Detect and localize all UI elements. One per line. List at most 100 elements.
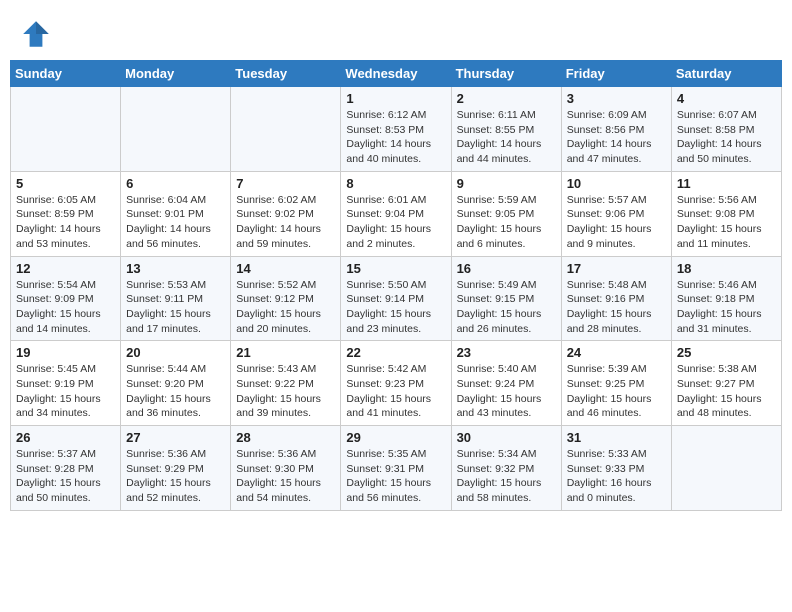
day-info: Sunrise: 5:48 AM Sunset: 9:16 PM Dayligh… bbox=[567, 278, 666, 337]
calendar-day-cell: 17 Sunrise: 5:48 AM Sunset: 9:16 PM Dayli… bbox=[561, 256, 671, 341]
weekday-header-cell: Thursday bbox=[451, 61, 561, 87]
day-info: Sunrise: 5:33 AM Sunset: 9:33 PM Dayligh… bbox=[567, 447, 666, 506]
day-info: Sunrise: 5:49 AM Sunset: 9:15 PM Dayligh… bbox=[457, 278, 556, 337]
calendar-day-cell: 27Sunrise: 5:36 AM Sunset: 9:29 PM Dayli… bbox=[121, 426, 231, 511]
day-info: Sunrise: 5:34 AM Sunset: 9:32 PM Dayligh… bbox=[457, 447, 556, 506]
day-info: Sunrise: 5:45 AM Sunset: 9:19 PM Dayligh… bbox=[16, 362, 115, 421]
day-number: 30 bbox=[457, 430, 556, 445]
calendar-day-cell: 1Sunrise: 6:12 AM Sunset: 8:53 PM Daylig… bbox=[341, 87, 451, 172]
day-number: 5 bbox=[16, 176, 115, 191]
day-number: 7 bbox=[236, 176, 335, 191]
calendar-day-cell: 7 Sunrise: 6:02 AM Sunset: 9:02 PM Daylig… bbox=[231, 171, 341, 256]
calendar-day-cell: 5 Sunrise: 6:05 AM Sunset: 8:59 PM Daylig… bbox=[11, 171, 121, 256]
day-number: 24 bbox=[567, 345, 666, 360]
day-number: 17 bbox=[567, 261, 666, 276]
calendar-day-cell: 11 Sunrise: 5:56 AM Sunset: 9:08 PM Dayli… bbox=[671, 171, 781, 256]
day-info: Sunrise: 6:05 AM Sunset: 8:59 PM Dayligh… bbox=[16, 193, 115, 252]
day-info: Sunrise: 5:43 AM Sunset: 9:22 PM Dayligh… bbox=[236, 362, 335, 421]
calendar-day-cell: 23 Sunrise: 5:40 AM Sunset: 9:24 PM Dayli… bbox=[451, 341, 561, 426]
calendar-day-cell: 2Sunrise: 6:11 AM Sunset: 8:55 PM Daylig… bbox=[451, 87, 561, 172]
day-info: Sunrise: 5:56 AM Sunset: 9:08 PM Dayligh… bbox=[677, 193, 776, 252]
day-number: 21 bbox=[236, 345, 335, 360]
day-info: Sunrise: 5:44 AM Sunset: 9:20 PM Dayligh… bbox=[126, 362, 225, 421]
day-info: Sunrise: 6:01 AM Sunset: 9:04 PM Dayligh… bbox=[346, 193, 445, 252]
page-header bbox=[10, 10, 782, 56]
day-info: Sunrise: 5:46 AM Sunset: 9:18 PM Dayligh… bbox=[677, 278, 776, 337]
day-info: Sunrise: 5:36 AM Sunset: 9:29 PM Dayligh… bbox=[126, 447, 225, 506]
day-info: Sunrise: 5:57 AM Sunset: 9:06 PM Dayligh… bbox=[567, 193, 666, 252]
day-number: 3 bbox=[567, 91, 666, 106]
day-number: 11 bbox=[677, 176, 776, 191]
day-number: 14 bbox=[236, 261, 335, 276]
weekday-header-cell: Sunday bbox=[11, 61, 121, 87]
calendar-week-row: 19 Sunrise: 5:45 AM Sunset: 9:19 PM Dayli… bbox=[11, 341, 782, 426]
weekday-header-cell: Wednesday bbox=[341, 61, 451, 87]
calendar-day-cell: 25Sunrise: 5:38 AM Sunset: 9:27 PM Dayli… bbox=[671, 341, 781, 426]
calendar-day-cell: 4 Sunrise: 6:07 AM Sunset: 8:58 PM Daylig… bbox=[671, 87, 781, 172]
calendar-week-row: 26 Sunrise: 5:37 AM Sunset: 9:28 PM Dayli… bbox=[11, 426, 782, 511]
day-info: Sunrise: 5:35 AM Sunset: 9:31 PM Dayligh… bbox=[346, 447, 445, 506]
day-info: Sunrise: 6:04 AM Sunset: 9:01 PM Dayligh… bbox=[126, 193, 225, 252]
day-number: 1 bbox=[346, 91, 445, 106]
day-number: 19 bbox=[16, 345, 115, 360]
day-number: 29 bbox=[346, 430, 445, 445]
calendar-table: SundayMondayTuesdayWednesdayThursdayFrid… bbox=[10, 60, 782, 511]
day-number: 16 bbox=[457, 261, 556, 276]
calendar-day-cell: 28Sunrise: 5:36 AM Sunset: 9:30 PM Dayli… bbox=[231, 426, 341, 511]
day-number: 15 bbox=[346, 261, 445, 276]
day-number: 9 bbox=[457, 176, 556, 191]
logo bbox=[20, 18, 54, 50]
calendar-day-cell: 10 Sunrise: 5:57 AM Sunset: 9:06 PM Dayli… bbox=[561, 171, 671, 256]
calendar-day-cell: 26 Sunrise: 5:37 AM Sunset: 9:28 PM Dayli… bbox=[11, 426, 121, 511]
day-number: 20 bbox=[126, 345, 225, 360]
day-info: Sunrise: 5:37 AM Sunset: 9:28 PM Dayligh… bbox=[16, 447, 115, 506]
calendar-day-cell: 18 Sunrise: 5:46 AM Sunset: 9:18 PM Dayli… bbox=[671, 256, 781, 341]
day-number: 28 bbox=[236, 430, 335, 445]
calendar-day-cell: 29 Sunrise: 5:35 AM Sunset: 9:31 PM Dayli… bbox=[341, 426, 451, 511]
day-info: Sunrise: 5:40 AM Sunset: 9:24 PM Dayligh… bbox=[457, 362, 556, 421]
day-number: 23 bbox=[457, 345, 556, 360]
calendar-day-cell bbox=[121, 87, 231, 172]
day-info: Sunrise: 5:54 AM Sunset: 9:09 PM Dayligh… bbox=[16, 278, 115, 337]
calendar-body: 1Sunrise: 6:12 AM Sunset: 8:53 PM Daylig… bbox=[11, 87, 782, 511]
calendar-week-row: 1Sunrise: 6:12 AM Sunset: 8:53 PM Daylig… bbox=[11, 87, 782, 172]
day-number: 4 bbox=[677, 91, 776, 106]
day-info: Sunrise: 5:59 AM Sunset: 9:05 PM Dayligh… bbox=[457, 193, 556, 252]
day-number: 18 bbox=[677, 261, 776, 276]
calendar-week-row: 12 Sunrise: 5:54 AM Sunset: 9:09 PM Dayli… bbox=[11, 256, 782, 341]
calendar-day-cell: 31Sunrise: 5:33 AM Sunset: 9:33 PM Dayli… bbox=[561, 426, 671, 511]
day-number: 10 bbox=[567, 176, 666, 191]
day-number: 26 bbox=[16, 430, 115, 445]
calendar-day-cell: 21 Sunrise: 5:43 AM Sunset: 9:22 PM Dayli… bbox=[231, 341, 341, 426]
day-info: Sunrise: 5:39 AM Sunset: 9:25 PM Dayligh… bbox=[567, 362, 666, 421]
calendar-day-cell bbox=[231, 87, 341, 172]
calendar-day-cell: 8Sunrise: 6:01 AM Sunset: 9:04 PM Daylig… bbox=[341, 171, 451, 256]
weekday-header-cell: Friday bbox=[561, 61, 671, 87]
day-info: Sunrise: 6:07 AM Sunset: 8:58 PM Dayligh… bbox=[677, 108, 776, 167]
calendar-day-cell: 13 Sunrise: 5:53 AM Sunset: 9:11 PM Dayli… bbox=[121, 256, 231, 341]
calendar-day-cell: 15Sunrise: 5:50 AM Sunset: 9:14 PM Dayli… bbox=[341, 256, 451, 341]
calendar-day-cell: 14 Sunrise: 5:52 AM Sunset: 9:12 PM Dayli… bbox=[231, 256, 341, 341]
weekday-header-row: SundayMondayTuesdayWednesdayThursdayFrid… bbox=[11, 61, 782, 87]
calendar-day-cell: 22Sunrise: 5:42 AM Sunset: 9:23 PM Dayli… bbox=[341, 341, 451, 426]
day-number: 6 bbox=[126, 176, 225, 191]
day-number: 25 bbox=[677, 345, 776, 360]
weekday-header-cell: Saturday bbox=[671, 61, 781, 87]
day-number: 12 bbox=[16, 261, 115, 276]
calendar-day-cell: 6 Sunrise: 6:04 AM Sunset: 9:01 PM Daylig… bbox=[121, 171, 231, 256]
calendar-day-cell bbox=[671, 426, 781, 511]
calendar-day-cell: 19 Sunrise: 5:45 AM Sunset: 9:19 PM Dayli… bbox=[11, 341, 121, 426]
weekday-header-cell: Monday bbox=[121, 61, 231, 87]
day-info: Sunrise: 5:53 AM Sunset: 9:11 PM Dayligh… bbox=[126, 278, 225, 337]
day-info: Sunrise: 5:42 AM Sunset: 9:23 PM Dayligh… bbox=[346, 362, 445, 421]
day-info: Sunrise: 6:02 AM Sunset: 9:02 PM Dayligh… bbox=[236, 193, 335, 252]
day-info: Sunrise: 5:52 AM Sunset: 9:12 PM Dayligh… bbox=[236, 278, 335, 337]
logo-icon bbox=[20, 18, 52, 50]
day-info: Sunrise: 6:09 AM Sunset: 8:56 PM Dayligh… bbox=[567, 108, 666, 167]
weekday-header-cell: Tuesday bbox=[231, 61, 341, 87]
calendar-day-cell: 3 Sunrise: 6:09 AM Sunset: 8:56 PM Daylig… bbox=[561, 87, 671, 172]
calendar-day-cell: 16 Sunrise: 5:49 AM Sunset: 9:15 PM Dayli… bbox=[451, 256, 561, 341]
calendar-day-cell bbox=[11, 87, 121, 172]
day-number: 13 bbox=[126, 261, 225, 276]
day-number: 2 bbox=[457, 91, 556, 106]
